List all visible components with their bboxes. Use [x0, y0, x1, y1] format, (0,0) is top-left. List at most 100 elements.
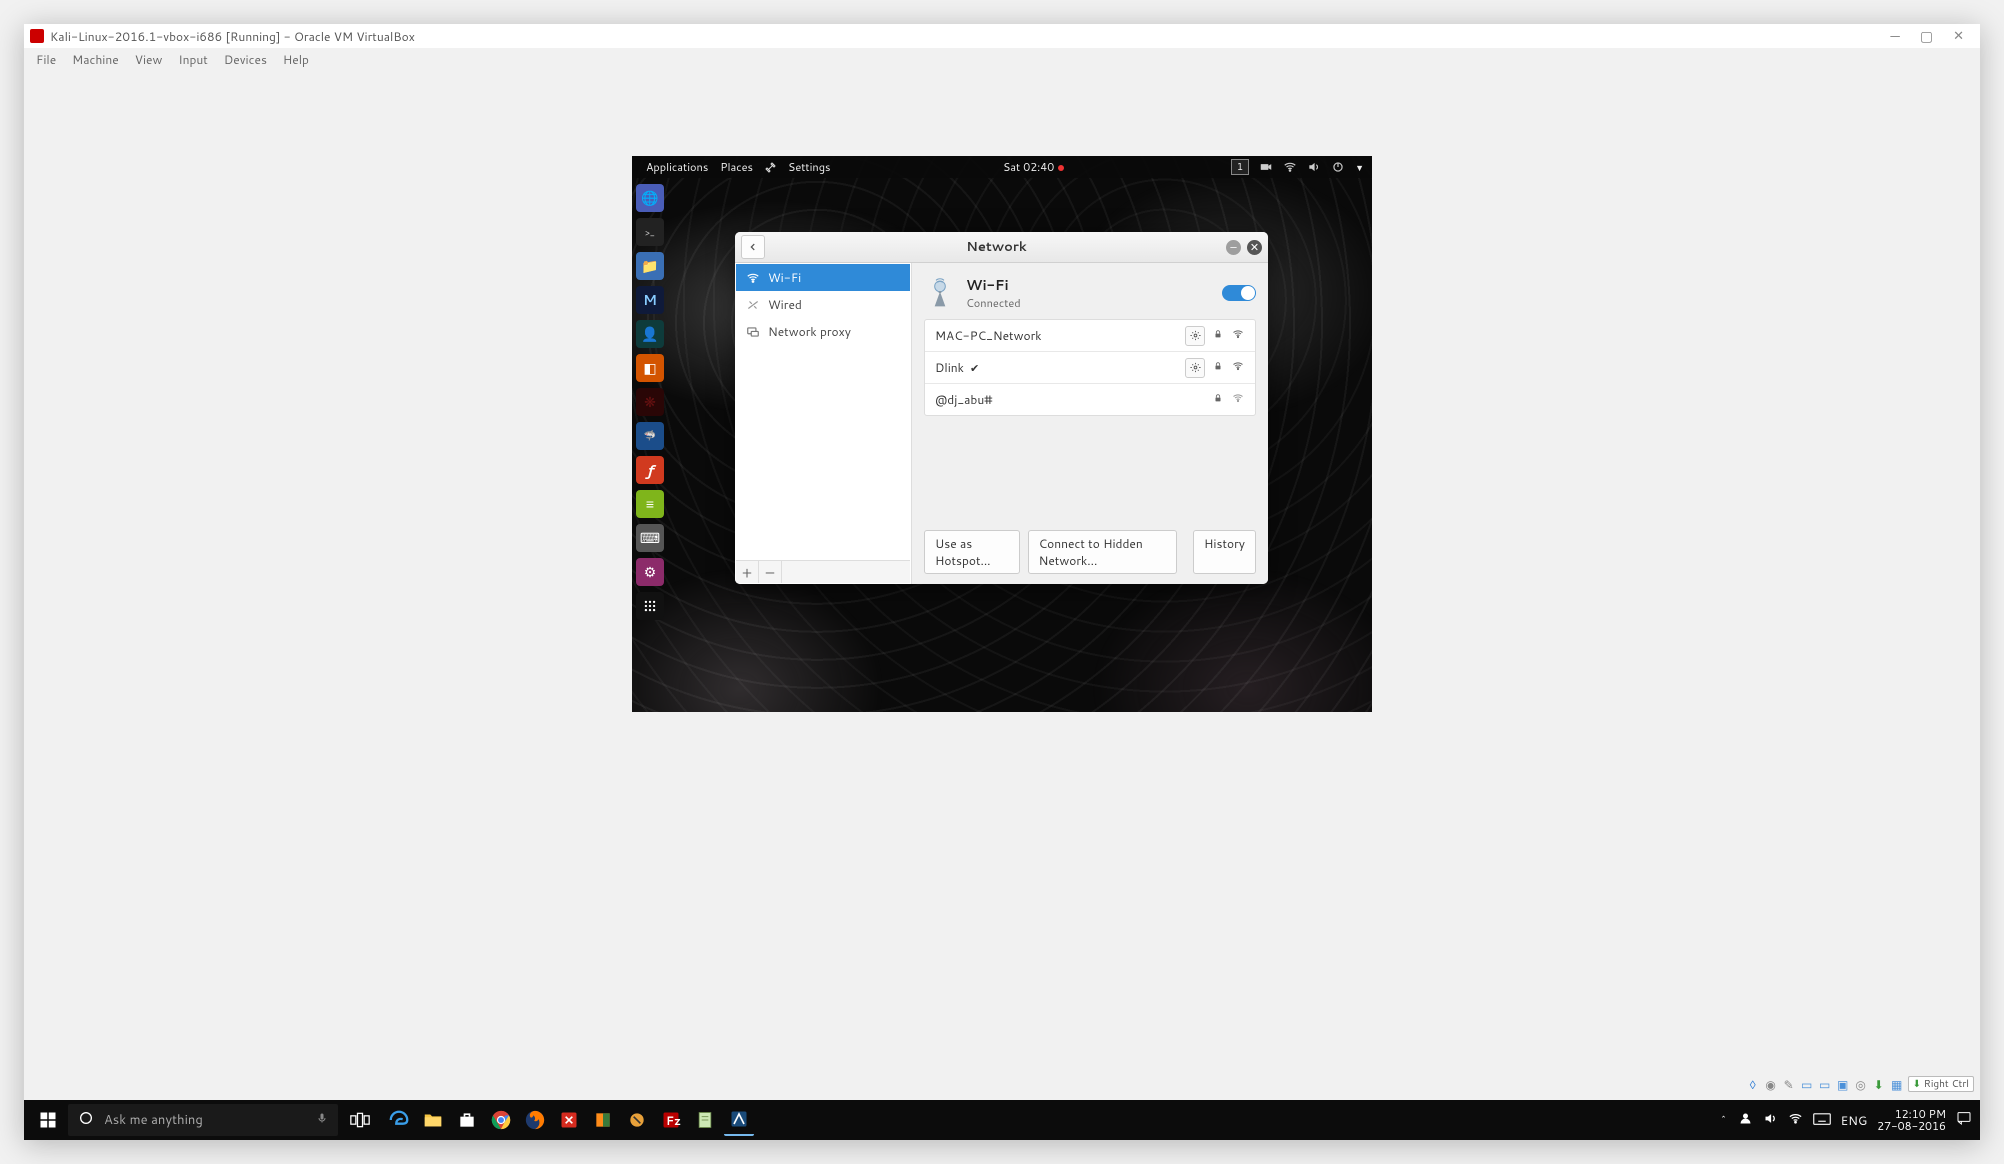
task-view-button[interactable] — [344, 1104, 376, 1136]
vb-menu-view[interactable]: View — [127, 51, 171, 68]
vb-menu-devices[interactable]: Devices — [216, 51, 275, 68]
vb-recording-icon[interactable]: ◎ — [1854, 1077, 1868, 1091]
lock-icon — [1213, 359, 1223, 376]
volume-icon[interactable] — [1307, 160, 1321, 174]
window-minimize-button[interactable]: — — [1880, 26, 1909, 46]
virtualbox-menubar: File Machine View Input Devices Help — [24, 48, 1980, 70]
taskbar-virtualbox[interactable] — [724, 1104, 754, 1136]
sidebar-item-wired[interactable]: Wired — [736, 291, 910, 318]
taskbar-app-orange[interactable] — [588, 1105, 618, 1135]
section-status: Connected — [966, 295, 1212, 311]
panel-menu-places[interactable]: Places — [714, 159, 759, 175]
network-sidebar: Wi-Fi Wired Network proxy + – — [735, 263, 912, 584]
wifi-toggle[interactable] — [1222, 285, 1256, 301]
dock-show-apps[interactable] — [636, 592, 664, 620]
network-name: MAC-PC_Network — [935, 327, 1042, 344]
network-titlebar: Network – ✕ — [735, 232, 1268, 263]
vb-cd-icon[interactable]: ◉ — [1764, 1077, 1778, 1091]
vb-hdd-icon[interactable]: ◊ — [1746, 1077, 1760, 1091]
dock-wireshark[interactable]: 🦈 — [636, 422, 664, 450]
taskbar-chrome[interactable] — [486, 1105, 516, 1135]
sidebar-item-proxy[interactable]: Network proxy — [736, 318, 910, 345]
panel-menu-applications[interactable]: Applications — [640, 159, 714, 175]
dock-iceweasel[interactable]: 🌐 — [636, 184, 664, 212]
taskbar-explorer[interactable] — [418, 1105, 448, 1135]
wifi-network-list: MAC-PC_Network Dlink ✔ — [924, 319, 1256, 416]
dock-burp[interactable]: ◧ — [636, 354, 664, 382]
network-row[interactable]: MAC-PC_Network — [925, 320, 1255, 352]
taskbar-edge[interactable] — [384, 1105, 414, 1135]
vb-usb-icon[interactable]: ✎ — [1782, 1077, 1796, 1091]
wifi-icon[interactable] — [1283, 160, 1297, 174]
taskbar-notepad[interactable] — [690, 1105, 720, 1135]
tray-clock[interactable]: 12:10 PM 27-08-2016 — [1877, 1108, 1946, 1132]
vb-menu-machine[interactable]: Machine — [64, 51, 127, 68]
remove-connection-button[interactable]: – — [759, 561, 782, 583]
network-row[interactable]: @dj_abu# — [925, 384, 1255, 415]
add-connection-button[interactable]: + — [736, 561, 759, 583]
panel-clock[interactable]: Sat 02:40 — [837, 159, 1231, 175]
tray-overflow-icon[interactable]: ^ — [1720, 1112, 1728, 1128]
camera-icon[interactable] — [1259, 160, 1273, 174]
network-name: @dj_abu# — [935, 391, 992, 408]
vb-display-icon[interactable]: ▣ — [1836, 1077, 1850, 1091]
hidden-network-button[interactable]: Connect to Hidden Network... — [1028, 530, 1177, 574]
vb-net-icon[interactable]: ▭ — [1800, 1077, 1814, 1091]
network-row[interactable]: Dlink ✔ — [925, 352, 1255, 384]
dock-maltego[interactable]: ƒ — [636, 456, 664, 484]
tray-people-icon[interactable] — [1738, 1111, 1753, 1130]
taskbar-app-red[interactable] — [554, 1105, 584, 1135]
panel-dropdown-icon[interactable]: ▼ — [1355, 161, 1364, 174]
back-button[interactable] — [741, 235, 765, 259]
taskbar-filezilla[interactable]: Fz — [656, 1105, 686, 1135]
network-name: Dlink — [935, 359, 964, 376]
dock-gedit[interactable]: ⌨ — [636, 524, 664, 552]
window-close-button[interactable]: ✕ — [1943, 27, 1974, 45]
virtualbox-titlebar: Kali-Linux-2016.1-vbox-i686 [Running] - … — [24, 24, 1980, 48]
history-button[interactable]: History — [1193, 530, 1256, 574]
workspace-indicator[interactable]: 1 — [1231, 159, 1249, 175]
proxy-icon — [746, 325, 760, 339]
dock-armitage[interactable]: 👤 — [636, 320, 664, 348]
vb-menu-help[interactable]: Help — [275, 51, 317, 68]
cortana-search[interactable]: Ask me anything — [68, 1104, 338, 1136]
dock-metasploit[interactable]: M — [636, 286, 664, 314]
sidebar-item-wifi[interactable]: Wi-Fi — [736, 264, 910, 291]
tray-network-icon[interactable] — [1788, 1111, 1803, 1130]
tray-volume-icon[interactable] — [1763, 1111, 1778, 1130]
wifi-antenna-icon — [924, 277, 956, 309]
vb-features-icon[interactable]: ▦ — [1890, 1077, 1904, 1091]
taskbar-store[interactable] — [452, 1105, 482, 1135]
power-icon[interactable] — [1331, 160, 1345, 174]
vb-shared-icon[interactable]: ▭ — [1818, 1077, 1832, 1091]
window-maximize-button[interactable]: ▢ — [1910, 26, 1943, 46]
tray-action-center-icon[interactable] — [1956, 1110, 1972, 1130]
vb-mouse-icon[interactable]: ⬇ — [1872, 1077, 1886, 1091]
tray-language[interactable]: ENG — [1841, 1112, 1868, 1129]
vb-menu-input[interactable]: Input — [170, 51, 216, 68]
window-title: Network — [773, 238, 1220, 256]
start-button[interactable] — [32, 1104, 64, 1136]
taskbar-app-misc[interactable] — [622, 1105, 652, 1135]
network-settings-button[interactable] — [1185, 358, 1205, 378]
network-settings-button[interactable] — [1185, 326, 1205, 346]
vb-hostkey[interactable]: ⬇ Right Ctrl — [1908, 1076, 1974, 1092]
dock-notes[interactable]: ≡ — [636, 490, 664, 518]
virtualbox-logo-icon — [30, 29, 44, 43]
taskbar-firefox[interactable] — [520, 1105, 550, 1135]
section-title: Wi-Fi — [966, 275, 1212, 295]
tray-keyboard-icon[interactable] — [1813, 1112, 1831, 1129]
guest-display[interactable]: Applications Places Settings Sat 02:40 1… — [632, 156, 1372, 712]
dock-terminal[interactable]: >_ — [636, 218, 664, 246]
mic-icon[interactable] — [316, 1110, 328, 1131]
panel-menu-settings[interactable]: Settings — [759, 159, 836, 175]
dock-misc[interactable]: ❋ — [636, 388, 664, 416]
sidebar-item-label: Wired — [768, 296, 802, 313]
virtualbox-statusbar: ◊ ◉ ✎ ▭ ▭ ▣ ◎ ⬇ ▦ ⬇ Right Ctrl — [1746, 1074, 1974, 1094]
vb-menu-file[interactable]: File — [28, 51, 64, 68]
window-minimize-button[interactable]: – — [1226, 240, 1241, 255]
hotspot-button[interactable]: Use as Hotspot... — [924, 530, 1020, 574]
dock-tweaks[interactable]: ⚙ — [636, 558, 664, 586]
window-close-button[interactable]: ✕ — [1247, 240, 1262, 255]
dock-files[interactable]: 📁 — [636, 252, 664, 280]
